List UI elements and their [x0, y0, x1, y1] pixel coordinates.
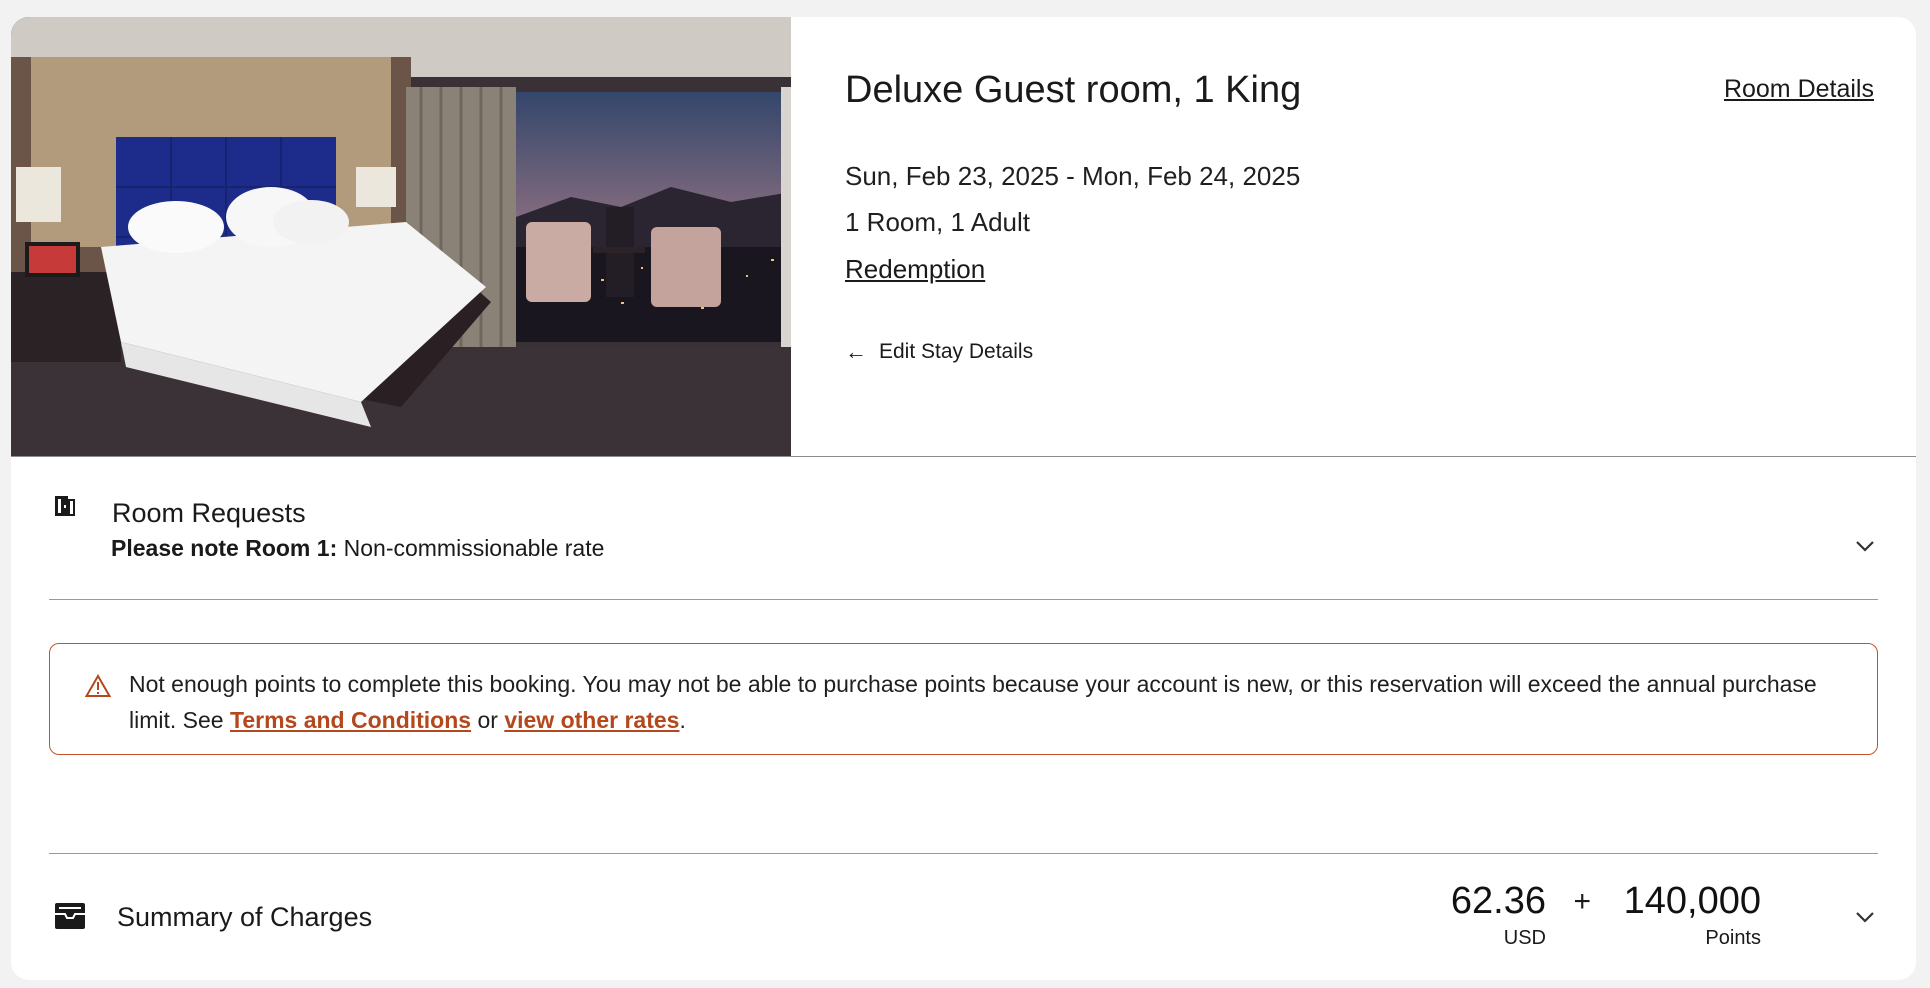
- door-icon: [55, 496, 75, 516]
- points-unit: Points: [1705, 927, 1761, 949]
- divider: [49, 599, 1878, 600]
- occupancy: 1 Room, 1 Adult: [845, 207, 1030, 237]
- cash-currency: USD: [1503, 927, 1546, 949]
- stay-info: Deluxe Guest room, 1 King Room Details S…: [845, 17, 1916, 456]
- room-details-link[interactable]: Room Details: [1724, 75, 1874, 104]
- room-requests-title: Room Requests: [112, 498, 306, 528]
- edit-stay-label: Edit Stay Details: [879, 340, 1034, 363]
- chevron-down-icon[interactable]: [1854, 539, 1876, 553]
- room-photo: [11, 17, 791, 456]
- arrow-left-icon: ←: [845, 339, 867, 364]
- reservation-card: Deluxe Guest room, 1 King Room Details S…: [11, 17, 1916, 980]
- room-requests-note-label: Please note Room 1:: [111, 535, 338, 561]
- view-other-rates-link[interactable]: view other rates: [504, 707, 679, 733]
- room-requests-section[interactable]: Room Requests Please note Room 1: Non-co…: [11, 457, 1916, 617]
- warning-message: Not enough points to complete this booki…: [129, 666, 1817, 738]
- rate-type-link[interactable]: Redemption: [845, 254, 985, 285]
- stay-dates: Sun, Feb 23, 2025 - Mon, Feb 24, 2025: [845, 161, 1301, 191]
- edit-stay-details-button[interactable]: ← Edit Stay Details: [845, 340, 1033, 364]
- warning-icon: [85, 674, 111, 697]
- points-warning-alert: Not enough points to complete this booki…: [49, 643, 1878, 755]
- points-amount-value: 140,000: [1623, 880, 1761, 922]
- cash-amount: 62.36 USD: [1451, 879, 1546, 950]
- room-title: Deluxe Guest room, 1 King: [845, 69, 1302, 111]
- summary-of-charges-title[interactable]: Summary of Charges: [117, 902, 372, 933]
- divider: [49, 853, 1878, 854]
- terms-and-conditions-link[interactable]: Terms and Conditions: [230, 707, 471, 733]
- plus-sign: +: [1573, 885, 1591, 918]
- warning-text-middle: or: [471, 707, 505, 733]
- warning-text-after: .: [679, 707, 686, 733]
- chevron-down-icon[interactable]: [1854, 910, 1876, 924]
- inbox-icon: [55, 903, 85, 929]
- cash-amount-value: 62.36: [1450, 880, 1546, 922]
- room-requests-note: Please note Room 1: Non-commissionable r…: [111, 535, 604, 562]
- room-requests-note-text: Non-commissionable rate: [343, 535, 605, 561]
- points-amount: 140,000 Points: [1624, 879, 1761, 950]
